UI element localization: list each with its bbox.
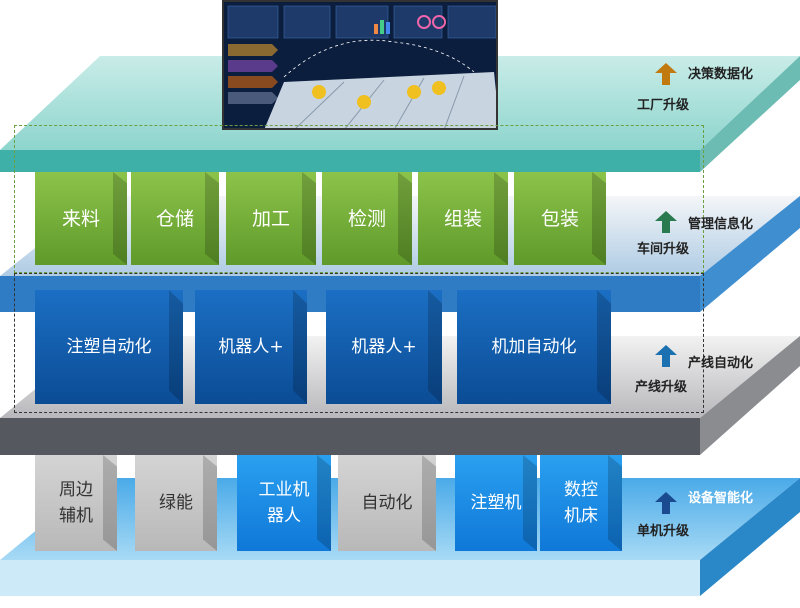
line-box: 机器人+ xyxy=(326,290,442,404)
up-arrow-icon xyxy=(655,63,677,85)
level-subtitle: 车间升级 xyxy=(637,242,690,257)
level-title: 产线自动化 xyxy=(688,356,754,371)
workshop-box: 包装 xyxy=(514,172,606,265)
line-box: 机加自动化 xyxy=(457,290,611,404)
line-box: 机器人+ xyxy=(195,290,307,404)
workshop-box: 来料 xyxy=(35,172,127,265)
device-box: 注塑机 xyxy=(455,455,537,551)
device-box: 自动化 xyxy=(338,455,436,551)
level-subtitle: 单机升级 xyxy=(637,524,690,539)
up-arrow-icon xyxy=(655,492,677,514)
workshop-box: 仓储 xyxy=(131,172,219,265)
up-arrow-icon xyxy=(655,211,677,233)
device-box: 工业机器人 xyxy=(237,455,331,551)
workshop-box: 检测 xyxy=(322,172,412,265)
factory-dashboard-image xyxy=(222,0,498,130)
level-title: 管理信息化 xyxy=(688,217,754,232)
device-box: 绿能 xyxy=(135,455,217,551)
device-box-label: 周边辅机 xyxy=(59,480,93,526)
device-box-label: 工业机器人 xyxy=(258,480,310,526)
level-subtitle: 工厂升级 xyxy=(637,98,690,113)
device-box-label: 数控机床 xyxy=(564,480,598,526)
level-title: 设备智能化 xyxy=(688,491,754,506)
workshop-box: 组装 xyxy=(418,172,508,265)
level-subtitle: 产线升级 xyxy=(635,380,688,395)
level-title: 决策数据化 xyxy=(688,67,754,82)
up-arrow-icon xyxy=(655,345,677,367)
workshop-box: 加工 xyxy=(226,172,316,265)
line-box: 注塑自动化 xyxy=(35,290,183,404)
device-box: 周边辅机 xyxy=(35,455,117,551)
device-box: 数控机床 xyxy=(540,455,622,551)
